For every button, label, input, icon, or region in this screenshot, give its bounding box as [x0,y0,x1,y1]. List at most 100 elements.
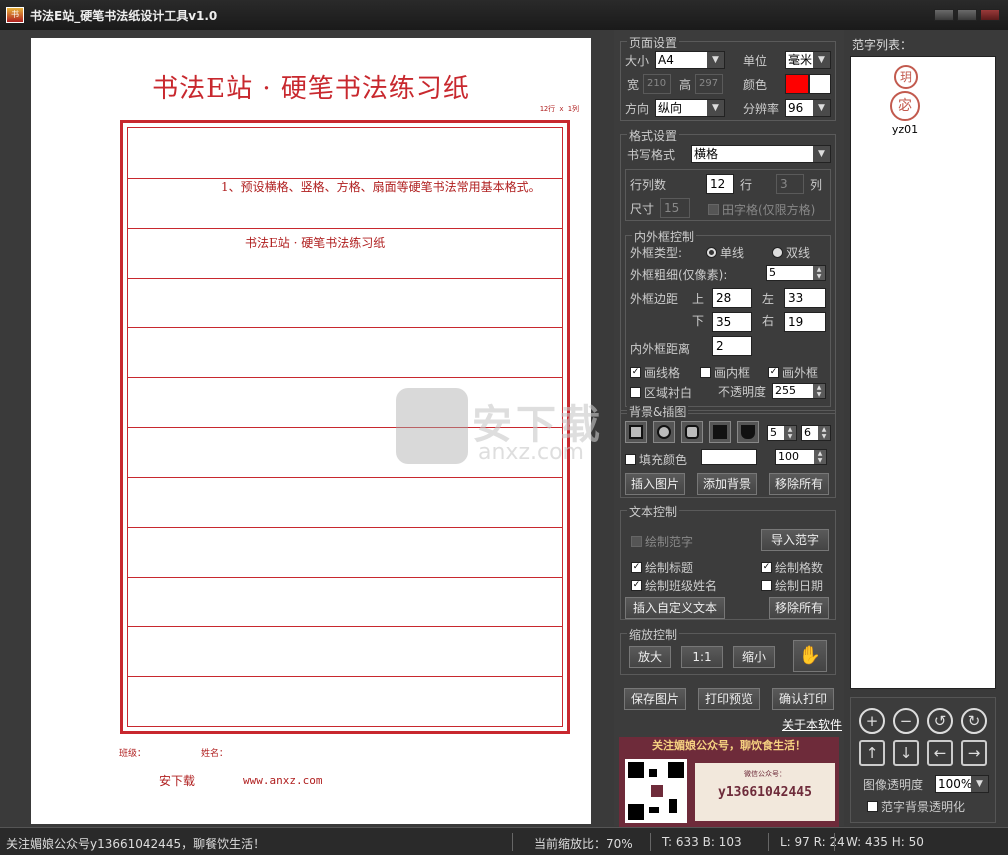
fill-color-swatch[interactable] [701,449,757,465]
draw-date-checkbox[interactable]: 绘制日期 [761,577,823,594]
draw-lines-checkbox[interactable]: ✓ 画线格 [630,364,680,381]
rotate-right-icon[interactable]: ↻ [961,708,987,734]
paper-text-line1[interactable]: 1、预设横格、竖格、方格、扇面等硬笔书法常用基本格式。 [221,178,541,195]
text-control-group: 文本控制 绘制范字 导入范字 ✓ 绘制标题 ✓ 绘制格数 ✓ 绘制班级姓名 绘制日期 … [620,503,836,620]
col-unit-label: 列 [810,178,823,192]
circle-shape-button[interactable] [653,421,675,443]
rotate-left-icon[interactable]: ↺ [927,708,953,734]
draw-outer-checkbox[interactable]: ✓ 画外框 [768,364,818,381]
size-select[interactable]: A4 ▼ [655,51,725,69]
draw-grid-count-checkbox[interactable]: ✓ 绘制格数 [761,559,823,576]
zoom-out-button[interactable]: 缩小 [733,646,775,668]
rect-shape-button[interactable] [625,421,647,443]
draw-title-checkbox[interactable]: ✓ 绘制标题 [631,559,693,576]
width-input[interactable]: 210 [643,74,671,94]
shape-spinner-1[interactable]: 5 ▲ ▼ [767,425,797,441]
print-preview-button[interactable]: 打印预览 [698,688,760,710]
draw-inner-checkbox[interactable]: 画内框 [700,364,750,381]
save-image-button[interactable]: 保存图片 [624,688,686,710]
status-width-height: W: 435 H: 50 [846,835,924,849]
chevron-down-icon: ▼ [813,52,830,68]
fill-color-checkbox[interactable]: 填充颜色 [625,451,687,468]
remove-all-text-button[interactable]: 移除所有 [769,597,829,619]
remove-all-bg-button[interactable]: 移除所有 [769,473,829,495]
image-opacity-select[interactable]: 100% ▼ [935,775,989,793]
close-button[interactable] [980,9,1000,21]
insert-custom-text-button[interactable]: 插入自定义文本 [625,597,725,619]
samples-list[interactable]: 玥 宓 yz01 [850,56,996,689]
add-background-button[interactable]: 添加背景 [697,473,757,495]
height-input[interactable]: 297 [695,74,723,94]
ad-banner[interactable]: 关注媚娘公众号，聊饮食生活！ 微信公众号： y13661042445 [619,737,839,827]
zoom-control-group: 缩放控制 放大 1:1 缩小 ✋ [620,626,836,675]
move-left-icon[interactable]: ← [927,740,953,766]
hand-tool-icon[interactable]: ✋ [793,640,827,672]
style-label: 书写格式 [627,148,676,162]
dpi-select[interactable]: 96 ▼ [785,99,831,117]
app-icon: 书 [6,7,24,23]
top-margin-input[interactable]: 28 [712,288,752,308]
color-swatch[interactable] [785,74,809,94]
chevron-down-icon: ▼ [707,52,724,68]
chevron-down-icon: ▼ [971,776,988,792]
chevron-down-icon: ▼ [707,100,724,116]
ruled-line [128,327,562,328]
shape-spinner-2[interactable]: 6 ▲ ▼ [801,425,831,441]
move-right-icon[interactable]: → [961,740,987,766]
insert-image-button[interactable]: 插入图片 [625,473,685,495]
zoom-in-icon[interactable]: + [859,708,885,734]
rowcol-subgroup: 行列数 12 行 3 列 尺寸 15 田字格(仅限方格) [625,169,831,221]
orientation-select[interactable]: 纵向 ▼ [655,99,725,117]
about-link[interactable]: 关于本软件 [782,716,842,733]
draw-class-name-checkbox[interactable]: ✓ 绘制班级姓名 [631,577,717,594]
background-title: 背景&插图 [627,403,689,420]
cols-input[interactable]: 3 [776,174,804,194]
unit-select[interactable]: 毫米 ▼ [785,51,831,69]
rows-input[interactable]: 12 [706,174,734,194]
ruled-line [128,527,562,528]
zoom-out-icon[interactable]: − [893,708,919,734]
color-label: 颜色 [743,78,768,92]
format-settings-title: 格式设置 [627,127,680,144]
left-margin-input[interactable]: 33 [784,288,826,308]
move-down-icon[interactable]: ↓ [893,740,919,766]
format-settings-group: 格式设置 书写格式 横格 ▼ 行列数 12 行 3 列 尺寸 15 田字格(仅限方… [620,127,836,414]
color-swatch-alt[interactable] [809,74,831,94]
confirm-print-button[interactable]: 确认打印 [772,688,834,710]
window-title: 书法E站_硬笔书法纸设计工具v1.0 [30,8,218,23]
tianzi-checkbox[interactable]: 田字格(仅限方格) [708,201,815,218]
sample-item[interactable]: 玥 宓 yz01 [881,65,929,136]
banner-shape-button[interactable] [737,421,759,443]
paper-title: 书法E站 · 硬笔书法练习纸 [152,74,470,104]
fill-opacity-spinner[interactable]: 100 ▲ ▼ [775,449,827,465]
one-to-one-button[interactable]: 1:1 [681,646,723,668]
notch-shape-button[interactable] [709,421,731,443]
area-bg-checkbox[interactable]: 区域衬白 [630,384,692,401]
watermark-url: anxz.com [478,440,584,465]
draw-sample-checkbox[interactable]: 绘制范字 [631,533,693,550]
double-line-radio[interactable]: 双线 [772,244,810,261]
paper-text-line2[interactable]: 书法E站 · 硬笔书法练习纸 [245,234,385,251]
status-message: 关注媚娘公众号y13661042445，聊餐饮生活！ [6,837,266,851]
maximize-button[interactable] [957,9,977,21]
site-url: www.anxz.com [243,774,323,787]
style-select[interactable]: 横格 ▼ [691,145,831,163]
samples-title: 范字列表： [852,38,913,52]
cell-size-input[interactable]: 15 [660,198,690,218]
zoom-in-button[interactable]: 放大 [629,646,671,668]
move-up-icon[interactable]: ↑ [859,740,885,766]
bottom-margin-input[interactable]: 35 [712,312,752,332]
hexagon-shape-button[interactable] [681,421,703,443]
single-line-radio[interactable]: 单线 [706,244,744,261]
rowcol-label: 行列数 [630,178,667,192]
ruled-line [128,577,562,578]
sample-bg-transparent-checkbox[interactable]: 范字背景透明化 [867,798,965,815]
thickness-spinner[interactable]: 5 ▲ ▼ [766,265,826,281]
opacity-spinner[interactable]: 255 ▲ ▼ [772,383,826,399]
import-sample-button[interactable]: 导入范字 [761,529,829,551]
minimize-button[interactable] [934,9,954,21]
sample-seal-image: 玥 宓 [888,65,922,123]
watermark-logo-icon [396,388,468,464]
frame-gap-input[interactable]: 2 [712,336,752,356]
right-margin-input[interactable]: 19 [784,312,826,332]
